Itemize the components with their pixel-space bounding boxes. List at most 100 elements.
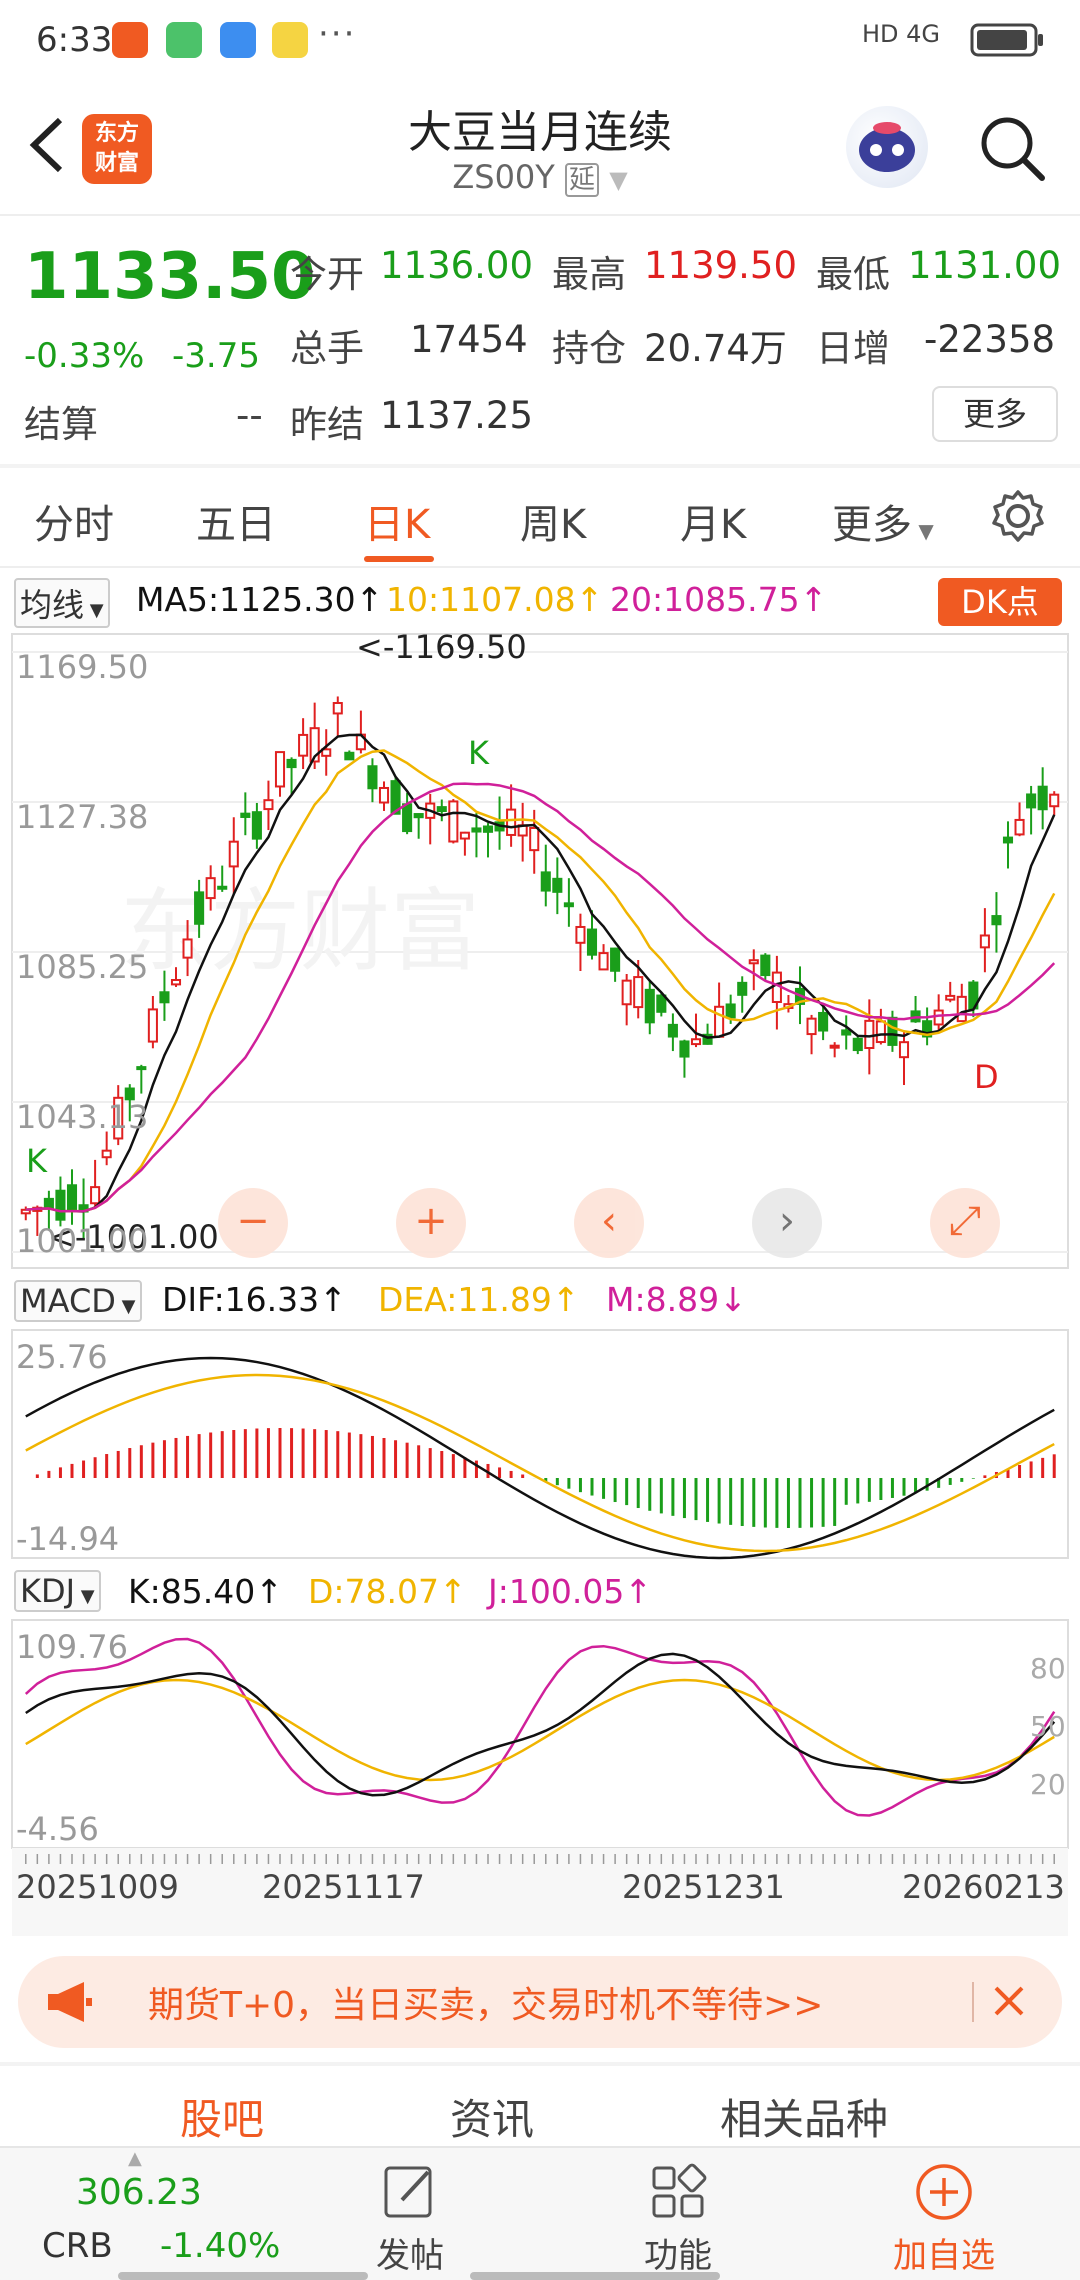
close-icon[interactable] (974, 1966, 1044, 2036)
candle-body (621, 979, 632, 1006)
index-name[interactable]: CRB (42, 2226, 113, 2266)
candle-body (1014, 818, 1025, 836)
zoom-in-button[interactable]: + (396, 1188, 466, 1258)
open-interest-label: 持仓 (552, 327, 626, 370)
network-indicator: HD 4G (862, 20, 941, 48)
macd-bottom-label: -14.94 (16, 1520, 119, 1558)
nav-indicator-left (118, 2272, 368, 2280)
settle-label: 结算 (24, 403, 98, 446)
candle-body (898, 1041, 910, 1059)
tab-related[interactable]: 相关品种 (720, 2086, 888, 2147)
next-button[interactable]: › (752, 1188, 822, 1258)
dk-point-button[interactable]: DK点 (938, 578, 1062, 626)
volume-label: 总手 (290, 327, 364, 370)
candle-body (448, 800, 459, 843)
kdj-level-label: 80 (1030, 1652, 1066, 1685)
candle-body (644, 988, 655, 1024)
ma-indicator-dropdown[interactable]: 均线 ▼ (14, 578, 110, 628)
tab-news[interactable]: 资讯 (450, 2086, 534, 2147)
candle-body (170, 979, 182, 986)
open-label: 今开 (290, 253, 364, 296)
candle-body (263, 799, 274, 811)
d-signal-marker: D (974, 1058, 999, 1096)
candle-body (55, 1189, 66, 1221)
candle-body (540, 871, 551, 892)
quote-divider (0, 464, 1080, 468)
m-text: M:8.89 (606, 1280, 720, 1319)
k-signal-marker: K (26, 1142, 48, 1180)
index-change[interactable]: -1.40% (160, 2226, 280, 2266)
candle-body (656, 994, 667, 1013)
candle-body (714, 1005, 725, 1038)
candle-body (667, 1023, 678, 1038)
dea-text: DEA:11.89 (378, 1280, 552, 1319)
expand-up-icon[interactable]: ▲ (128, 2148, 142, 2169)
candle-body (841, 1029, 852, 1036)
chevron-down-icon[interactable]: ▼ (609, 166, 627, 194)
k-value: K:85.40↑ (128, 1572, 283, 1611)
macd-indicator-dropdown[interactable]: MACD ▼ (14, 1280, 142, 1322)
add-watchlist-button[interactable]: 加自选 (864, 2228, 1024, 2277)
candle-body (529, 826, 540, 852)
macd-indicator-label: MACD (20, 1282, 116, 1320)
tab-divider (0, 566, 1080, 568)
plus-circle-icon[interactable] (912, 2160, 976, 2224)
candle-body (956, 995, 967, 1023)
tab-weekly-k[interactable]: 周K (520, 492, 586, 550)
banner-divider (0, 2062, 1080, 2066)
d-value: D:78.07↑ (308, 1572, 467, 1611)
candle-body (1049, 793, 1060, 808)
candle-body (402, 803, 413, 833)
m-value: M:8.89↓ (606, 1280, 747, 1319)
kdj-indicator-dropdown[interactable]: KDJ ▼ (14, 1570, 101, 1612)
candle-body (991, 915, 1002, 926)
kline-chart[interactable]: 东方财富 <-1169.50<-1001.00KKD 1169.501127.3… (0, 632, 1080, 1272)
kdj-chart[interactable]: 109.76 -4.56 80 50 20 20251009 20251117 202512… (0, 1618, 1080, 1938)
zoom-out-button[interactable]: − (218, 1188, 288, 1258)
kdj-level-label: 50 (1030, 1710, 1066, 1743)
tab-monthly-k[interactable]: 月K (680, 492, 746, 550)
macd-chart[interactable]: 25.76 -14.94 (0, 1328, 1080, 1562)
high-value: 1139.50 (644, 244, 798, 287)
assistant-robot-icon[interactable] (846, 106, 928, 188)
candle-body (332, 702, 343, 715)
battery-icon (970, 23, 1043, 57)
promo-text[interactable]: 期货T+0，当日买卖，交易时机不等待>> (148, 1976, 823, 2028)
post-button[interactable]: 发帖 (330, 2228, 490, 2277)
function-button[interactable]: 功能 (598, 2228, 758, 2277)
candle-body (748, 959, 759, 965)
date-label: 20251231 (622, 1868, 785, 1906)
candle-body (806, 1017, 817, 1036)
candle-body (43, 1197, 54, 1209)
edit-icon[interactable] (378, 2160, 442, 2224)
candle-body (887, 1016, 898, 1046)
y-axis-label: 1043.13 (16, 1098, 148, 1136)
grid-icon[interactable] (646, 2160, 710, 2224)
tab-daily-k[interactable]: 日K (364, 492, 430, 550)
more-quote-button[interactable]: 更多 (932, 386, 1058, 442)
tab-forum[interactable]: 股吧 (180, 2086, 264, 2147)
kdj-top-label: 109.76 (16, 1628, 128, 1666)
y-axis-label: 1169.50 (16, 648, 148, 686)
tab-intraday[interactable]: 分时 (34, 492, 114, 550)
index-value[interactable]: 306.23 (76, 2172, 202, 2213)
date-label: 20251117 (262, 1868, 425, 1906)
ma-indicator-label: 均线 (20, 586, 85, 624)
tab-more[interactable]: 更多 ▼ (832, 492, 934, 550)
megaphone-icon (48, 1982, 92, 2022)
candle-body (979, 934, 990, 949)
search-icon[interactable] (976, 112, 1048, 184)
kdj-indicator-label: KDJ (20, 1572, 76, 1610)
active-tab-indicator (364, 556, 434, 562)
fullscreen-button[interactable]: ⤢ (930, 1188, 1000, 1258)
macd-top-label: 25.76 (16, 1338, 108, 1376)
candle-body (575, 925, 586, 944)
gear-icon[interactable] (990, 488, 1046, 544)
candle-body (506, 808, 517, 836)
prev-button[interactable]: ‹ (574, 1188, 644, 1258)
chat-notification-icon (166, 22, 202, 58)
kdj-bottom-label: -4.56 (16, 1810, 99, 1848)
ma10-text: 10:1107.08 (386, 580, 576, 619)
candle-body (829, 1044, 840, 1049)
tab-five-day[interactable]: 五日 (196, 492, 276, 550)
